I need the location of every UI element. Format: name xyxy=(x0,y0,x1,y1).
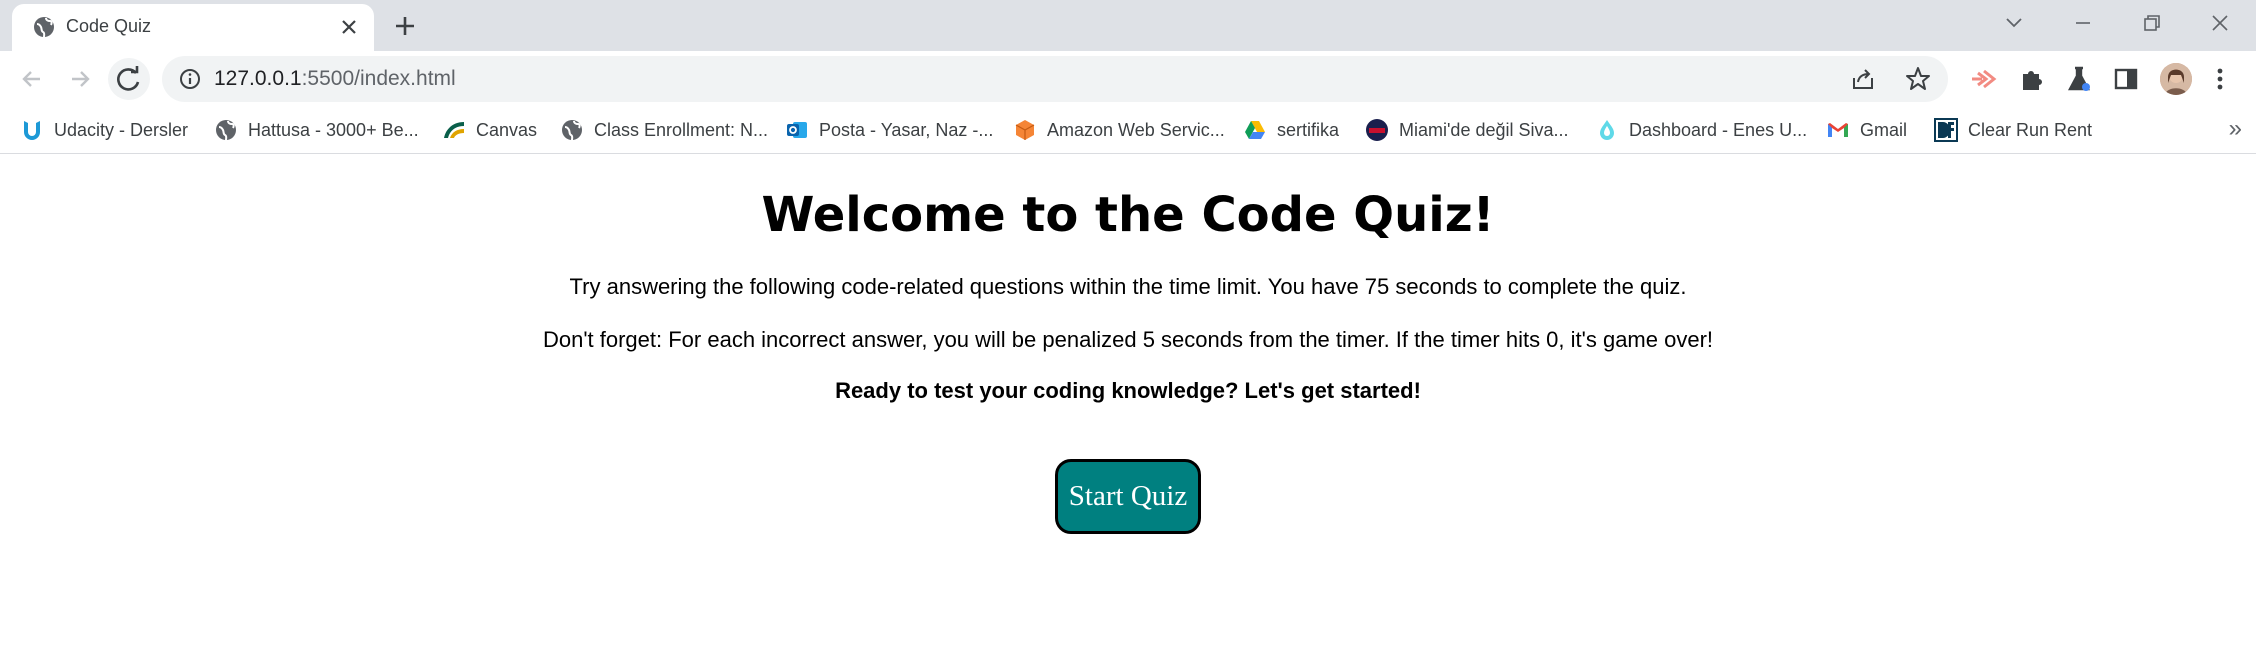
bookmark-label: Miami'de değil Siva... xyxy=(1399,119,1569,140)
page-content: Welcome to the Code Quiz! Try answering … xyxy=(0,155,2256,649)
url-text: 127.0.0.1:5500/index.html xyxy=(214,67,456,91)
drop-icon xyxy=(1600,120,1614,140)
globe-icon xyxy=(562,120,582,141)
side-panel-icon[interactable] xyxy=(2109,62,2143,96)
bookmark-sertifika[interactable]: sertifika xyxy=(1243,115,1339,145)
bookmark-label: Amazon Web Servic... xyxy=(1047,119,1225,140)
extensions-puzzle-icon[interactable] xyxy=(2015,62,2049,96)
avatar-image-icon xyxy=(2160,63,2192,95)
address-bar[interactable]: 127.0.0.1:5500/index.html xyxy=(162,56,1948,102)
bookmark-gmail[interactable]: Gmail xyxy=(1826,115,1907,145)
new-tab-icon[interactable] xyxy=(390,11,420,41)
google-drive-icon xyxy=(1245,121,1265,139)
bookmark-hattusa[interactable]: Hattusa - 3000+ Be... xyxy=(214,115,419,145)
udacity-icon xyxy=(24,121,40,140)
menu-dots-icon[interactable] xyxy=(2203,62,2237,96)
intro-text: Try answering the following code-related… xyxy=(569,274,1687,299)
bookmark-label: Hattusa - 3000+ Be... xyxy=(248,119,419,140)
bookmark-aws[interactable]: Amazon Web Servic... xyxy=(1013,115,1225,145)
share-icon[interactable] xyxy=(1850,66,1876,92)
info-icon[interactable] xyxy=(178,67,202,91)
bookmark-udacity[interactable]: Udacity - Dersler xyxy=(20,115,188,145)
minimize-icon[interactable] xyxy=(2068,8,2098,38)
restore-icon[interactable] xyxy=(2137,8,2167,38)
aws-icon xyxy=(1015,120,1035,140)
bookmark-class-enrollment[interactable]: Class Enrollment: N... xyxy=(560,115,768,145)
canvas-icon xyxy=(444,122,464,138)
bookmark-label: Gmail xyxy=(1860,119,1908,140)
close-window-icon[interactable] xyxy=(2205,8,2235,38)
bookmark-label: Canvas xyxy=(476,119,538,140)
url-host: 127.0.0.1 xyxy=(214,67,302,90)
chevron-down-icon[interactable] xyxy=(1999,8,2029,38)
bookmark-label: Class Enrollment: N... xyxy=(594,119,769,140)
tab-strip: Code Quiz xyxy=(0,0,2256,51)
bookmark-label: Udacity - Dersler xyxy=(54,119,189,140)
bookmark-star-icon[interactable] xyxy=(1904,65,1932,93)
outlook-icon xyxy=(787,122,807,138)
bookmark-clear-run-rent[interactable]: Clear Run Rent xyxy=(1934,115,2092,145)
browser-toolbar: 127.0.0.1:5500/index.html xyxy=(0,51,2256,107)
labs-flask-icon[interactable] xyxy=(2062,62,2096,96)
gmail-icon xyxy=(1828,123,1848,137)
globe-icon xyxy=(216,120,236,141)
bookmark-label: Dashboard - Enes U... xyxy=(1629,119,1808,140)
bookmark-label: sertifika xyxy=(1277,119,1340,140)
bookmark-label: Posta - Yasar, Naz -... xyxy=(819,119,994,140)
badge-icon xyxy=(1366,119,1388,141)
bookmarks-bar: Udacity - Dersler Hattusa - 3000+ Be... … xyxy=(0,107,2256,154)
bookmarks-overflow-button[interactable]: » xyxy=(2229,115,2242,143)
reload-icon[interactable] xyxy=(108,58,150,100)
bookmark-canvas[interactable]: Canvas xyxy=(442,115,537,145)
close-tab-icon[interactable] xyxy=(336,14,362,40)
start-quiz-button[interactable]: Start Quiz xyxy=(1055,459,1201,534)
page-title: Welcome to the Code Quiz! xyxy=(761,187,1495,243)
profile-avatar[interactable] xyxy=(2160,63,2192,95)
call-to-action-text: Ready to test your coding knowledge? Let… xyxy=(835,378,1421,403)
bookmark-miami[interactable]: Miami'de değil Siva... xyxy=(1365,115,1569,145)
tab-title: Code Quiz xyxy=(66,16,152,36)
url-path: :5500/index.html xyxy=(301,67,456,90)
browser-tab[interactable]: Code Quiz xyxy=(12,4,374,51)
dl-icon xyxy=(1934,118,1958,142)
back-icon[interactable] xyxy=(16,63,48,95)
warning-text: Don't forget: For each incorrect answer,… xyxy=(542,327,1714,352)
forward-icon[interactable] xyxy=(64,63,96,95)
globe-icon xyxy=(34,17,54,38)
bookmark-posta[interactable]: Posta - Yasar, Naz -... xyxy=(785,115,993,145)
bookmark-dashboard[interactable]: Dashboard - Enes U... xyxy=(1595,115,1807,145)
extension-arrow-icon[interactable] xyxy=(1966,62,2000,96)
bookmark-label: Clear Run Rent xyxy=(1968,119,2093,140)
